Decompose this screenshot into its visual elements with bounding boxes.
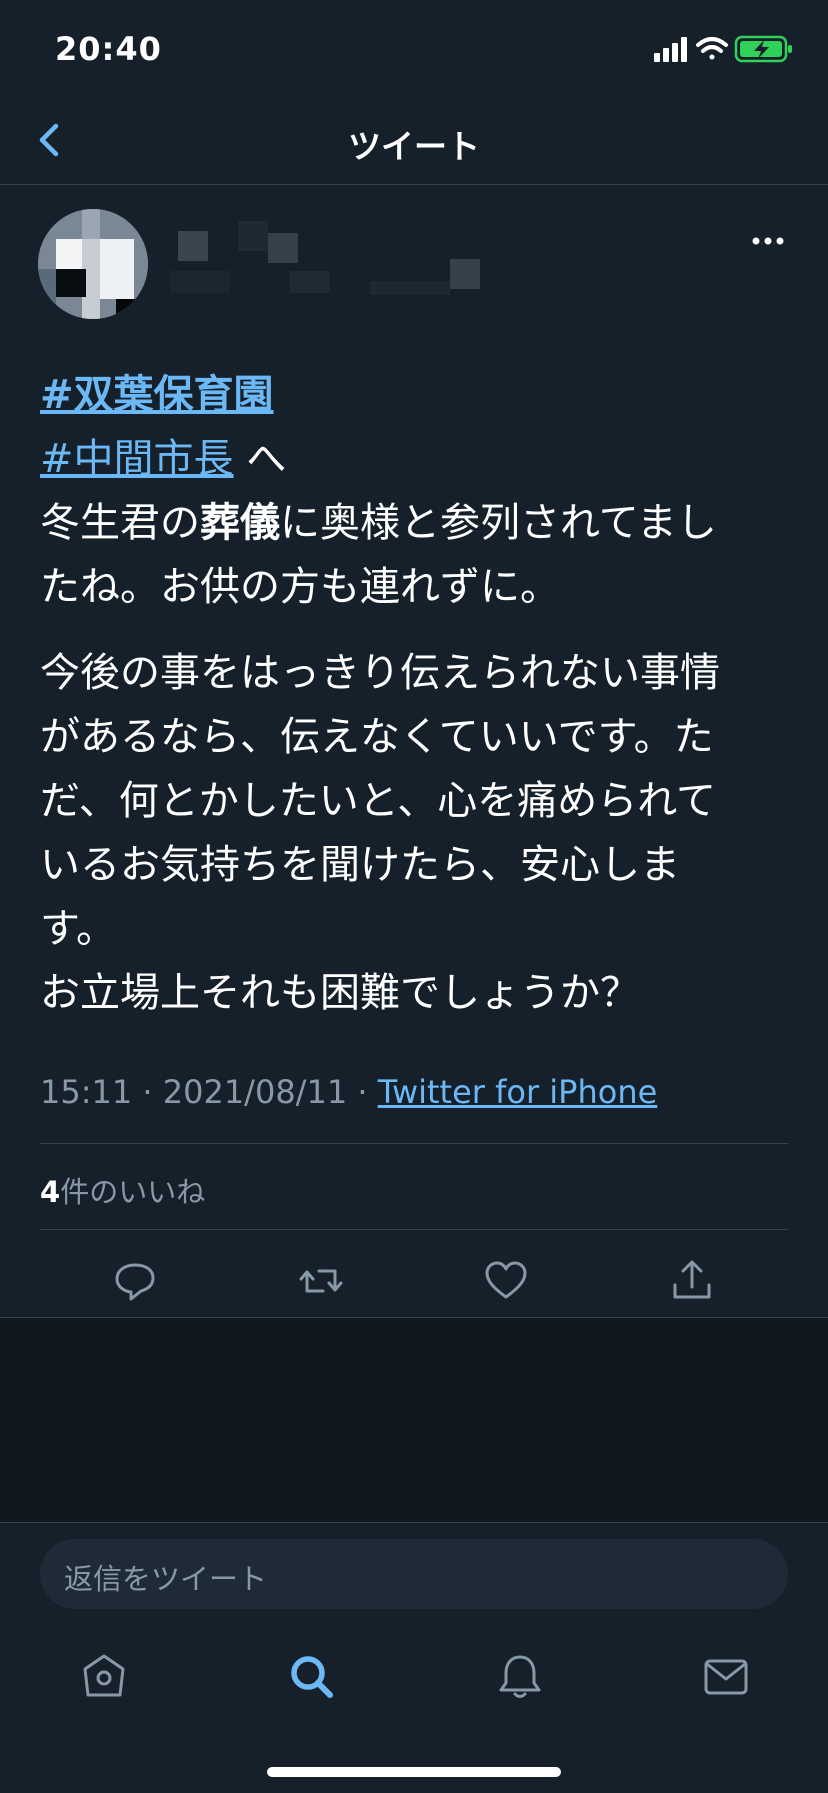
- hashtag-link[interactable]: #双葉保育園: [40, 372, 274, 418]
- divider: [40, 1143, 788, 1144]
- nav-bar: ツイート: [0, 96, 828, 185]
- tweet-source-link[interactable]: Twitter for iPhone: [378, 1073, 658, 1111]
- like-button[interactable]: [482, 1257, 530, 1305]
- reply-input[interactable]: 返信をツイート: [40, 1539, 788, 1609]
- retweet-button[interactable]: [297, 1257, 345, 1305]
- messages-icon: [704, 1659, 748, 1695]
- tweet-text-segment: に奥様と参列されてまし: [280, 500, 717, 546]
- more-icon: [752, 237, 784, 245]
- wifi-icon: [696, 37, 728, 60]
- empty-replies-area: [0, 1318, 828, 1522]
- tweet-text-line: 今後の事をはっきり伝えられない事情: [40, 650, 720, 696]
- like-icon: [485, 1261, 527, 1299]
- battery-charging-icon: [734, 35, 792, 63]
- tweet-text-line: す。: [40, 906, 116, 952]
- share-button[interactable]: [668, 1257, 716, 1305]
- likes-count-link[interactable]: 4件のいいね: [40, 1169, 205, 1211]
- status-icons: [654, 34, 794, 64]
- tweet-meta: 15:11 · 2021/08/11 · Twitter for iPhone: [40, 1073, 657, 1111]
- avatar[interactable]: [38, 209, 148, 319]
- tab-messages[interactable]: [700, 1651, 752, 1703]
- tweet-text-line: だ、何とかしたいと、心を痛められて: [40, 778, 716, 824]
- divider: [40, 1229, 788, 1230]
- tweet-text-line: いるお気持ちを聞けたら、安心しま: [40, 842, 680, 888]
- reply-icon: [115, 1263, 155, 1301]
- reply-placeholder: 返信をツイート: [64, 1562, 268, 1596]
- status-time: 20:40: [55, 30, 162, 68]
- tweet-text-line: お立場上それも困難でしょうか？: [40, 970, 640, 1016]
- tweet-timestamp: 15:11 · 2021/08/11 ·: [40, 1073, 378, 1111]
- tab-home[interactable]: [78, 1651, 130, 1703]
- tweet-text-segment: 冬生君の: [40, 500, 200, 546]
- tweet-text-bold: 葬儀: [200, 500, 280, 546]
- tab-search[interactable]: [286, 1651, 338, 1703]
- search-icon: [291, 1656, 333, 1698]
- tweet-text: #双葉保育園 #中間市長 へ 冬生君の葬儀に奥様と参列されてまし たね。お供の方…: [40, 363, 800, 1025]
- retweet-icon: [299, 1269, 343, 1293]
- tweet-detail: #双葉保育園 #中間市長 へ 冬生君の葬儀に奥様と参列されてまし たね。お供の方…: [0, 185, 828, 1318]
- tweet-text-segment: たね。お供の方も連れずに。: [40, 564, 560, 610]
- likes-count: 4: [40, 1175, 61, 1209]
- hashtag-link[interactable]: #中間市長: [40, 436, 234, 482]
- tweet-text-line: があるなら、伝えなくていいです。た: [40, 714, 714, 760]
- signal-icon: [654, 37, 687, 62]
- notifications-icon: [499, 1655, 541, 1698]
- bottom-bar: 返信をツイート: [0, 1522, 828, 1793]
- share-icon: [673, 1260, 711, 1299]
- tweet-text-segment: へ: [233, 436, 287, 482]
- page-title: ツイート: [348, 127, 480, 166]
- home-icon: [83, 1654, 125, 1697]
- more-options-button[interactable]: [748, 233, 788, 249]
- likes-label: 件のいいね: [60, 1175, 206, 1209]
- home-indicator: [267, 1767, 561, 1777]
- status-bar: 20:40: [0, 0, 828, 96]
- user-name-redacted: [170, 221, 480, 295]
- tab-notifications[interactable]: [494, 1651, 546, 1703]
- reply-button[interactable]: [111, 1257, 159, 1305]
